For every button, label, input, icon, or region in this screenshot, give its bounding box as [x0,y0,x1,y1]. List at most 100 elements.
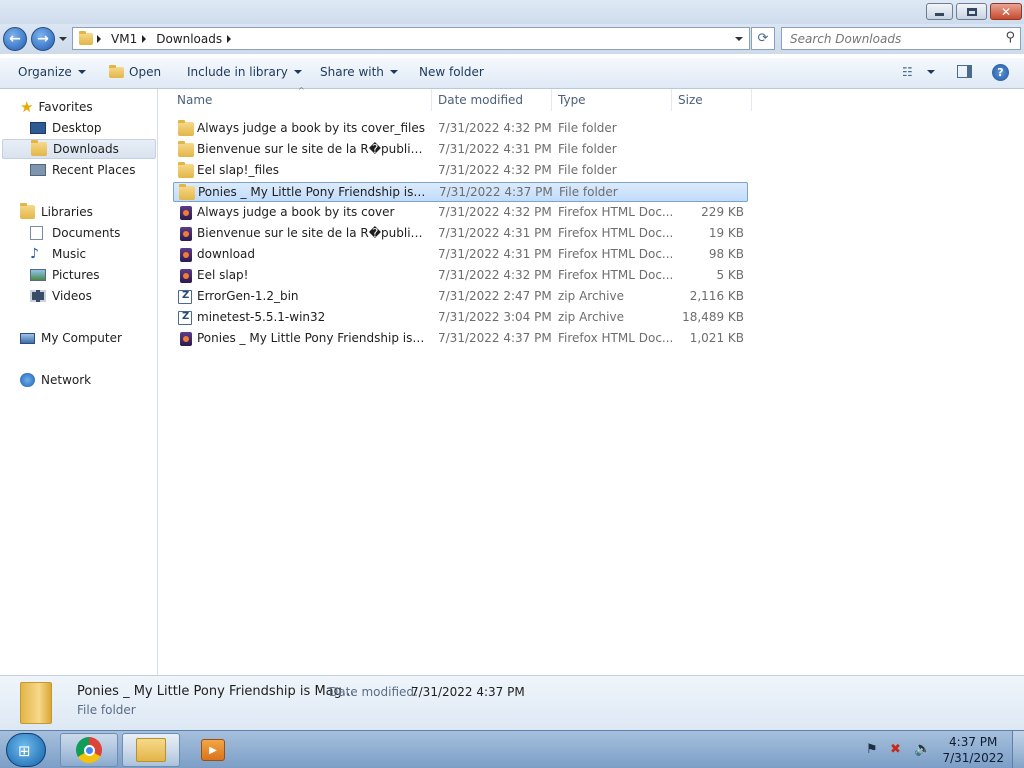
mouse-cursor-icon [1010,602,1016,620]
show-desktop-button[interactable] [1012,731,1024,768]
column-header-date-modified[interactable]: Date modified [432,89,552,111]
breadcrumb-item-vm1[interactable]: VM1 [101,32,147,46]
firefox-html-icon [180,248,192,262]
open-button[interactable]: Open [109,64,161,79]
sidebar-item-network[interactable]: Network [20,370,91,390]
documents-icon [30,226,43,240]
forward-button[interactable]: → [31,27,55,51]
include-in-library-button[interactable]: Include in library [187,65,302,79]
file-type: Firefox HTML Doc... [558,226,674,240]
sidebar-item-music[interactable]: ♪ Music [30,244,86,264]
network-disconnected-icon[interactable]: ✖ [890,742,901,757]
sidebar-item-label: Libraries [41,205,93,219]
folder-icon [178,162,194,178]
sidebar-item-label: Favorites [38,100,93,114]
file-row[interactable]: Ponies _ My Little Pony Friendship is Ma… [173,329,748,349]
file-name: Eel slap! [197,268,249,282]
include-in-library-label: Include in library [187,65,288,79]
chevron-down-icon [293,70,302,74]
address-history-button[interactable] [735,36,743,41]
help-button[interactable]: ? [992,64,1009,81]
file-name: Eel slap!_files [197,163,280,177]
minimize-button[interactable] [926,3,953,20]
column-header-name[interactable]: Name ^ [159,86,432,111]
refresh-button[interactable]: ⟳ [751,27,775,50]
back-button[interactable]: ← [3,27,27,51]
file-row[interactable]: Bienvenue sur le site de la R�publique d… [173,140,748,160]
command-toolbar: Organize Open Include in library Share w… [0,58,1024,89]
view-icon: ☷ [902,65,913,79]
chevron-down-icon [926,70,935,74]
share-with-button[interactable]: Share with [320,65,398,79]
file-name: Bienvenue sur le site de la R�publique d… [197,226,425,240]
sidebar-item-my-computer[interactable]: My Computer [20,328,122,348]
file-date: 7/31/2022 4:31 PM [438,247,552,261]
title-bar: ✕ [0,0,1024,24]
zip-icon [178,311,192,325]
file-date: 7/31/2022 4:31 PM [438,142,552,156]
file-row[interactable]: download 7/31/2022 4:31 PM Firefox HTML Do… [173,245,748,265]
file-type: File folder [558,121,617,135]
file-row[interactable]: Always judge a book by its cover_files 7/… [173,119,748,139]
taskbar-media-player[interactable]: ▶ [184,733,242,767]
column-header-size[interactable]: Size [672,89,752,111]
file-row[interactable]: minetest-5.5.1-win32 7/31/2022 3:04 PM zip… [173,308,748,328]
sidebar-item-documents[interactable]: Documents [30,223,120,243]
navigation-bar: ← → VM1 Downloads ⟳ ⚲ [0,24,1024,54]
file-type: File folder [559,185,618,199]
search-input[interactable] [782,28,992,49]
sidebar-item-recent-places[interactable]: Recent Places [30,160,135,180]
close-button[interactable]: ✕ [990,3,1022,20]
file-type: zip Archive [558,310,624,324]
chevron-down-icon [77,70,86,74]
sidebar-item-favorites[interactable]: ★ Favorites [20,97,93,117]
action-center-icon[interactable]: ⚑ [866,742,878,757]
file-date: 7/31/2022 4:32 PM [438,205,552,219]
change-view-button[interactable]: ☷ [902,65,935,79]
search-icon[interactable]: ⚲ [1005,30,1015,45]
taskbar-explorer[interactable] [122,733,180,767]
folder-icon [178,120,194,136]
file-row[interactable]: Ponies _ My Little Pony Friendship is Ma… [173,182,748,202]
address-bar[interactable]: VM1 Downloads [72,27,750,50]
star-icon: ★ [20,98,34,116]
file-type: Firefox HTML Doc... [558,331,674,345]
firefox-html-icon [180,269,192,283]
large-folder-icon [20,682,52,724]
search-box[interactable]: ⚲ [781,27,1021,50]
file-row[interactable]: ErrorGen-1.2_bin 7/31/2022 2:47 PM zip Arc… [173,287,748,307]
new-folder-button[interactable]: New folder [419,65,484,79]
organize-label: Organize [18,65,72,79]
file-row[interactable]: Always judge a book by its cover 7/31/202… [173,203,748,223]
chevron-down-icon [59,37,67,41]
file-row[interactable]: Eel slap!_files 7/31/2022 4:32 PM File fol… [173,161,748,181]
system-clock[interactable]: 4:37 PM 7/31/2022 [942,734,1004,766]
column-header-type[interactable]: Type [552,89,672,111]
file-row[interactable]: Eel slap! 7/31/2022 4:32 PM Firefox HTML D… [173,266,748,286]
sidebar-item-videos[interactable]: Videos [30,286,92,306]
preview-pane-button[interactable] [957,65,972,78]
recent-places-icon [30,164,46,176]
sidebar-item-pictures[interactable]: Pictures [30,265,100,285]
organize-button[interactable]: Organize [18,65,86,79]
volume-icon[interactable]: 🔈 [914,741,931,757]
forward-arrow-icon: → [37,31,49,47]
maximize-button[interactable] [956,3,987,20]
sidebar-item-downloads[interactable]: Downloads [2,139,156,159]
file-date: 7/31/2022 4:37 PM [439,185,553,199]
column-header-label: Date modified [438,93,524,107]
file-type: Firefox HTML Doc... [558,247,674,261]
start-button[interactable]: ⊞ [6,733,46,767]
sidebar-item-desktop[interactable]: Desktop [30,118,102,138]
breadcrumb-item-downloads[interactable]: Downloads [146,32,232,46]
recent-pages-button[interactable] [59,37,67,41]
downloads-folder-icon [31,140,47,156]
folder-icon [179,184,195,200]
file-row[interactable]: Bienvenue sur le site de la R�publique d… [173,224,748,244]
file-date: 7/31/2022 2:47 PM [438,289,552,303]
firefox-html-icon [180,332,192,346]
explorer-icon [136,738,166,762]
column-header-label: Name [177,93,213,107]
sidebar-item-libraries[interactable]: Libraries [20,202,93,222]
taskbar-chrome[interactable] [60,733,118,767]
